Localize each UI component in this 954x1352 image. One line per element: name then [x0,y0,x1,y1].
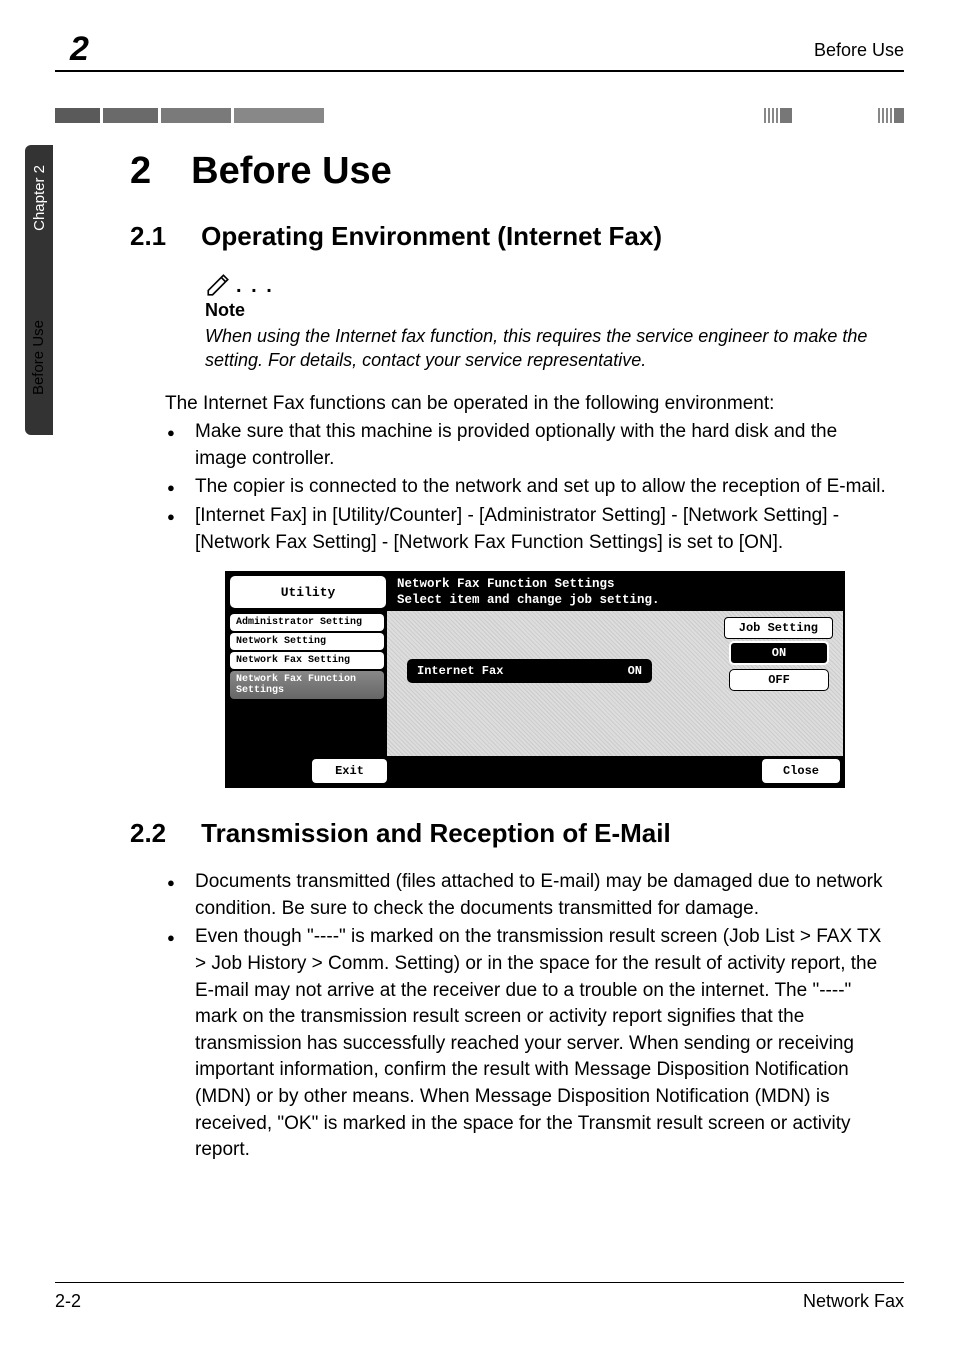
breadcrumb-item[interactable]: Network Fax Setting [230,652,384,669]
section-2-bullet-list: Documents transmitted (files attached to… [165,869,894,1164]
device-title: Network Fax Function Settings Select ite… [389,573,843,611]
note-label: Note [205,300,894,321]
chapter-title: 2 Before Use [130,150,894,193]
chapter-title-text: Before Use [191,150,392,193]
breadcrumb-item[interactable]: Administrator Setting [230,614,384,631]
device-exit-button[interactable]: Exit [312,759,387,783]
header-divider [55,70,904,72]
device-job-setting-label: Job Setting [724,617,833,639]
note-text: When using the Internet fax function, th… [205,324,894,373]
sidebar-section-label: Before Use [30,320,47,395]
section-1-bullet-list: Make sure that this machine is provided … [165,419,894,556]
device-off-button[interactable]: OFF [729,669,829,691]
footer-page-number: 2-2 [55,1291,81,1312]
device-on-button[interactable]: ON [729,641,829,665]
section-1-heading: 2.1 Operating Environment (Internet Fax) [130,221,894,252]
chapter-number: 2 [130,150,151,193]
breadcrumb-item[interactable]: Network Setting [230,633,384,650]
sidebar-chapter-label: Chapter 2 [31,155,48,241]
page-footer: 2-2 Network Fax [55,1282,904,1312]
device-screenshot: Utility Network Fax Function Settings Se… [225,571,845,788]
section-1-number: 2.1 [130,221,166,252]
header-right-text: Before Use [814,30,904,61]
list-item: The copier is connected to the network a… [165,474,894,501]
list-item: Documents transmitted (files attached to… [165,869,894,922]
footer-doc-title: Network Fax [803,1291,904,1312]
device-utility-button[interactable]: Utility [229,575,387,609]
device-internet-fax-button[interactable]: Internet Fax ON [407,659,652,683]
list-item: [Internet Fax] in [Utility/Counter] - [A… [165,503,894,556]
section-2-number: 2.2 [130,818,166,849]
header-chapter-number: 2 [70,30,89,69]
breadcrumb-item-active[interactable]: Network Fax Function Settings [230,671,384,699]
device-main-panel: Job Setting Internet Fax ON ON OFF [387,611,843,756]
note-icon: . . . [205,272,894,298]
section-2-heading: 2.2 Transmission and Reception of E-Mail [130,818,894,849]
device-close-button[interactable]: Close [762,759,840,783]
list-item: Even though "----" is marked on the tran… [165,924,894,1163]
device-breadcrumb: Administrator Setting Network Setting Ne… [227,611,387,756]
decorative-bar [55,108,904,123]
section-1-intro: The Internet Fax functions can be operat… [165,391,894,418]
section-1-title: Operating Environment (Internet Fax) [201,221,662,252]
section-2-title: Transmission and Reception of E-Mail [201,818,671,849]
list-item: Make sure that this machine is provided … [165,419,894,472]
